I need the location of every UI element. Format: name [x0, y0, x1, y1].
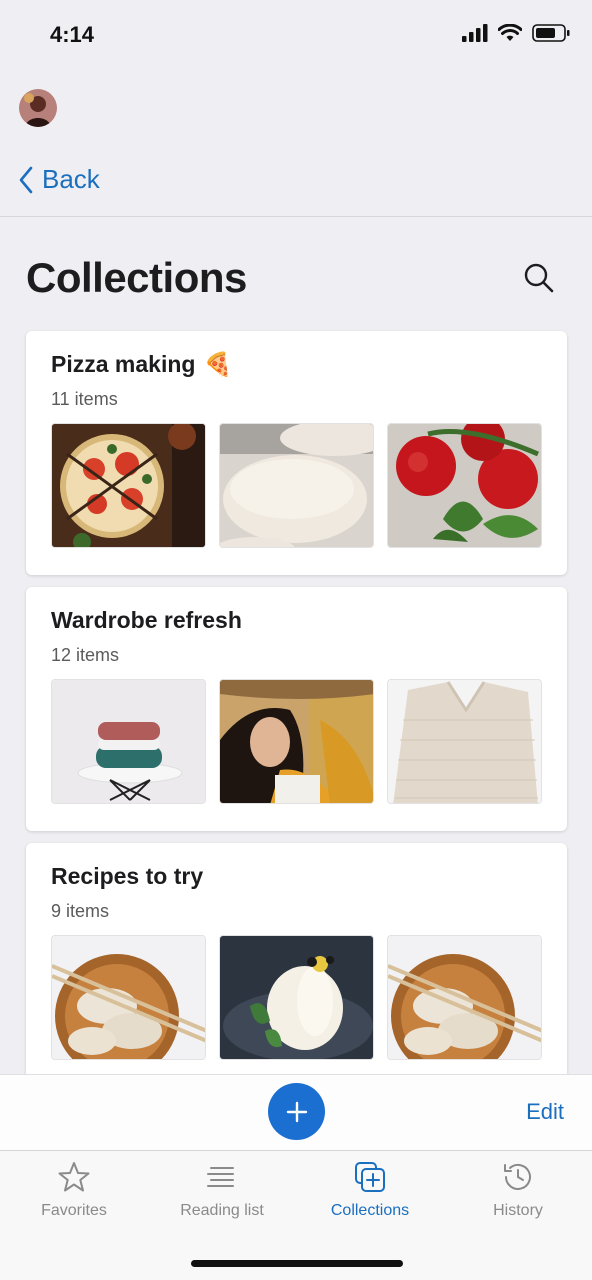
thumbnail-portrait[interactable]: [219, 679, 374, 804]
thumbnail-dumplings[interactable]: [51, 935, 206, 1060]
wifi-icon: [498, 24, 522, 41]
collection-thumbnails: [51, 935, 542, 1060]
collection-count: 9 items: [51, 901, 110, 921]
thumbnail-tomatoes[interactable]: [387, 423, 542, 548]
tab-label: History: [493, 1202, 543, 1219]
history-icon: [504, 1163, 531, 1190]
profile-avatar[interactable]: [19, 89, 57, 127]
collection-count: 11 items: [51, 389, 118, 409]
status-bar: 4:14: [0, 0, 592, 72]
collection-count: 12 items: [51, 645, 120, 665]
thumbnail-folded-sweaters[interactable]: [51, 679, 206, 804]
back-label: Back: [42, 164, 100, 194]
plus-icon: [286, 1101, 307, 1122]
star-icon: [58, 1162, 90, 1192]
thumbnail-pizza[interactable]: [51, 423, 206, 548]
collection-title: Recipes to try: [51, 863, 204, 889]
tab-favorites[interactable]: Favorites: [0, 1160, 148, 1220]
thumbnail-dough[interactable]: [219, 423, 374, 548]
add-collection-button[interactable]: [268, 1083, 325, 1140]
tab-collections[interactable]: Collections: [296, 1160, 444, 1220]
battery-icon: [532, 24, 570, 42]
tab-history[interactable]: History: [444, 1160, 592, 1220]
collections-icon: [355, 1162, 385, 1192]
collection-title: Pizza making 🍕: [51, 351, 233, 377]
collection-thumbnails: [51, 679, 542, 804]
pizza-emoji: 🍕: [203, 351, 233, 377]
collection-card-wardrobe-refresh[interactable]: Wardrobe refresh 12 items: [26, 587, 567, 831]
tab-reading-list[interactable]: Reading list: [148, 1160, 296, 1220]
search-button[interactable]: [522, 261, 556, 295]
page-title: Collections: [26, 254, 247, 301]
tab-label: Favorites: [41, 1202, 107, 1219]
home-indicator: [191, 1260, 403, 1267]
reading-list-icon: [207, 1167, 234, 1187]
header-divider: [0, 216, 592, 217]
status-icons: [462, 24, 570, 42]
search-icon: [524, 263, 554, 293]
tab-label: Collections: [330, 1202, 410, 1219]
status-time: 4:14: [50, 22, 95, 47]
thumbnail-dumplings-2[interactable]: [387, 935, 542, 1060]
collection-title: Wardrobe refresh: [51, 607, 242, 633]
thumbnail-knit-top[interactable]: [387, 679, 542, 804]
collection-card-recipes-to-try[interactable]: Recipes to try 9 items: [26, 843, 567, 1087]
tab-label: Reading list: [180, 1202, 264, 1219]
thumbnail-dessert[interactable]: [219, 935, 374, 1060]
collection-card-pizza-making[interactable]: Pizza making 🍕 11 items: [26, 331, 567, 575]
back-button[interactable]: Back: [18, 164, 100, 195]
chevron-left-icon: [19, 166, 33, 193]
collection-thumbnails: [51, 423, 542, 548]
cellular-signal-icon: [462, 24, 488, 42]
edit-button[interactable]: Edit: [526, 1099, 564, 1125]
